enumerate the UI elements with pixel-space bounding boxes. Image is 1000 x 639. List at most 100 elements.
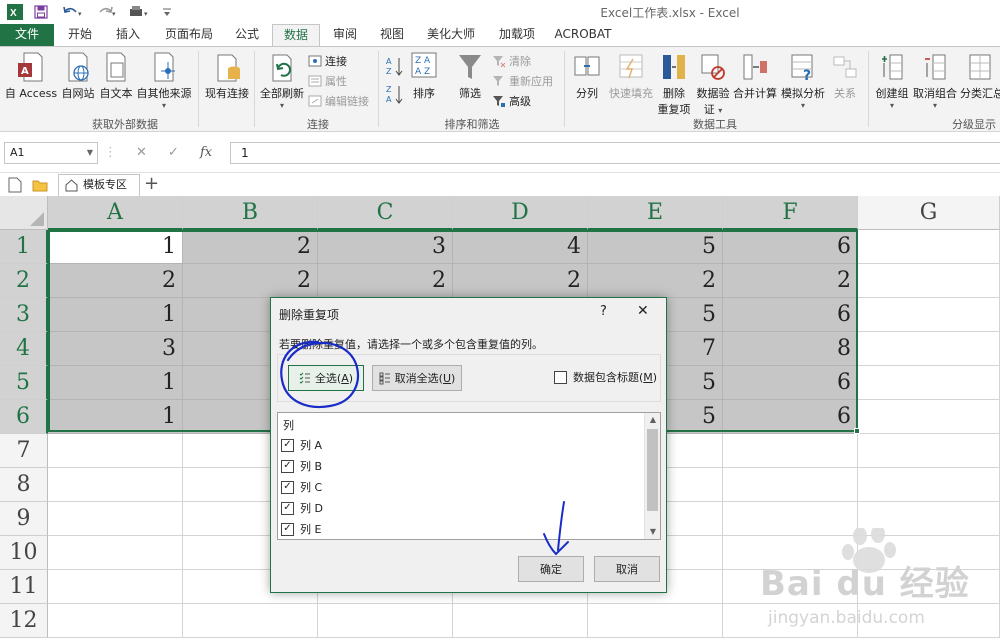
text-to-columns-button[interactable]: 分列 — [570, 51, 604, 101]
cell-c1[interactable]: 3 — [318, 230, 453, 264]
cell-f3[interactable]: 6 — [723, 298, 858, 332]
open-folder-icon[interactable] — [32, 177, 48, 196]
empty-cell[interactable] — [858, 298, 1000, 332]
checkbox-box[interactable] — [554, 370, 567, 384]
tab-review[interactable]: 审阅 — [324, 24, 366, 46]
cell-a1[interactable]: 1 — [48, 230, 183, 264]
cell-b2[interactable]: 2 — [183, 264, 318, 298]
empty-cell[interactable] — [183, 604, 318, 638]
column-header-a[interactable]: A — [48, 196, 183, 230]
cell-a4[interactable]: 3 — [48, 332, 183, 366]
reapply-button[interactable]: 重新应用 — [492, 73, 553, 89]
tab-beautify[interactable]: 美化大师 — [418, 24, 484, 46]
empty-cell[interactable] — [48, 434, 183, 468]
column-header-c[interactable]: C — [318, 196, 453, 230]
cell-f1[interactable]: 6 — [723, 230, 858, 264]
columns-list[interactable]: 列 ✓ 列 A ✓ 列 B ✓ 列 C ✓ 列 D ✓ 列 E ▲ ▼ — [277, 412, 661, 540]
what-if-analysis-button[interactable]: ? 模拟分析 ▾ — [780, 51, 826, 110]
checkbox-checked[interactable]: ✓ — [281, 438, 294, 452]
vertical-scrollbar[interactable]: ▲ ▼ — [644, 413, 660, 539]
subtotal-button[interactable]: 分类汇总 — [960, 51, 1000, 101]
row-header-5[interactable]: 5 — [0, 366, 48, 400]
scroll-down-icon[interactable]: ▼ — [645, 525, 661, 539]
from-web-button[interactable]: 自网站 — [60, 51, 96, 101]
cell-f2[interactable]: 2 — [723, 264, 858, 298]
row-header-9[interactable]: 9 — [0, 502, 48, 536]
row-header-1[interactable]: 1 — [0, 230, 48, 264]
row-header-10[interactable]: 10 — [0, 536, 48, 570]
row-header-3[interactable]: 3 — [0, 298, 48, 332]
has-headers-checkbox[interactable]: 数据包含标题(M) — [554, 369, 657, 385]
cell-f5[interactable]: 6 — [723, 366, 858, 400]
tab-data[interactable]: 数据 — [272, 24, 320, 47]
column-header-d[interactable]: D — [453, 196, 588, 230]
row-header-12[interactable]: 12 — [0, 604, 48, 638]
empty-cell[interactable] — [48, 604, 183, 638]
sort-desc-button[interactable]: ZA — [386, 83, 404, 105]
sort-button[interactable]: Z AA Z 排序 — [408, 51, 440, 101]
tab-acrobat[interactable]: ACROBAT — [548, 24, 618, 46]
empty-cell[interactable] — [858, 400, 1000, 434]
name-box[interactable]: A1 ▼ — [4, 142, 98, 164]
empty-cell[interactable] — [48, 536, 183, 570]
row-header-11[interactable]: 11 — [0, 570, 48, 604]
template-zone-tab[interactable]: 模板专区 — [58, 174, 140, 196]
empty-cell[interactable] — [723, 468, 858, 502]
select-all-corner[interactable] — [0, 196, 48, 230]
column-header-g[interactable]: G — [858, 196, 1000, 230]
fill-handle[interactable] — [854, 428, 860, 434]
cell-c2[interactable]: 2 — [318, 264, 453, 298]
cancel-icon[interactable]: ✕ — [136, 145, 147, 160]
empty-cell[interactable] — [858, 366, 1000, 400]
list-item-column-c[interactable]: ✓ 列 C — [281, 479, 322, 495]
row-header-6[interactable]: 6 — [0, 400, 48, 434]
formula-input[interactable]: 1 — [230, 142, 1000, 164]
list-item-column-b[interactable]: ✓ 列 B — [281, 458, 322, 474]
scroll-up-icon[interactable]: ▲ — [645, 413, 661, 427]
cell-b1[interactable]: 2 — [183, 230, 318, 264]
refresh-all-button[interactable]: 全部刷新 ▾ — [258, 51, 306, 110]
filter-button[interactable]: 筛选 — [450, 51, 490, 101]
select-all-button[interactable]: 全选(A) — [288, 365, 364, 391]
relationships-button[interactable]: 关系 — [828, 51, 862, 101]
connections-button[interactable]: 连接 — [308, 53, 347, 69]
edit-links-button[interactable]: 编辑链接 — [308, 93, 369, 109]
flash-fill-button[interactable]: 快速填充 — [606, 51, 656, 101]
data-validation-button[interactable]: 数据验 证 ▾ — [694, 51, 732, 117]
empty-cell[interactable] — [453, 604, 588, 638]
group-button[interactable]: 创建组 ▾ — [872, 51, 912, 110]
cell-f4[interactable]: 8 — [723, 332, 858, 366]
add-tab-icon[interactable]: + — [144, 174, 159, 194]
column-header-f[interactable]: F — [723, 196, 858, 230]
cell-a3[interactable]: 1 — [48, 298, 183, 332]
cell-e2[interactable]: 2 — [588, 264, 723, 298]
help-button[interactable]: ? — [600, 304, 607, 319]
enter-icon[interactable]: ✓ — [168, 145, 179, 160]
checkbox-checked[interactable]: ✓ — [281, 459, 294, 473]
empty-cell[interactable] — [858, 264, 1000, 298]
empty-cell[interactable] — [588, 604, 723, 638]
checkbox-checked[interactable]: ✓ — [281, 522, 294, 536]
advanced-filter-button[interactable]: 高级 — [492, 93, 531, 109]
row-header-7[interactable]: 7 — [0, 434, 48, 468]
list-item-column-d[interactable]: ✓ 列 D — [281, 500, 323, 516]
empty-cell[interactable] — [48, 502, 183, 536]
chevron-down-icon[interactable]: ▼ — [87, 143, 93, 163]
sort-asc-button[interactable]: AZ — [386, 55, 404, 77]
unselect-all-button[interactable]: 取消全选(U) — [372, 365, 462, 391]
cell-d2[interactable]: 2 — [453, 264, 588, 298]
empty-cell[interactable] — [858, 230, 1000, 264]
new-document-icon[interactable] — [8, 177, 22, 196]
cell-a2[interactable]: 2 — [48, 264, 183, 298]
tab-insert[interactable]: 插入 — [106, 24, 150, 46]
tab-addins[interactable]: 加载项 — [490, 24, 544, 46]
list-item-column-e[interactable]: ✓ 列 E — [281, 521, 321, 537]
scroll-thumb[interactable] — [647, 429, 658, 511]
tab-file[interactable]: 文件 — [0, 24, 54, 46]
checkbox-checked[interactable]: ✓ — [281, 480, 294, 494]
empty-cell[interactable] — [48, 468, 183, 502]
row-header-8[interactable]: 8 — [0, 468, 48, 502]
cell-a6[interactable]: 1 — [48, 400, 183, 434]
row-header-2[interactable]: 2 — [0, 264, 48, 298]
empty-cell[interactable] — [858, 332, 1000, 366]
